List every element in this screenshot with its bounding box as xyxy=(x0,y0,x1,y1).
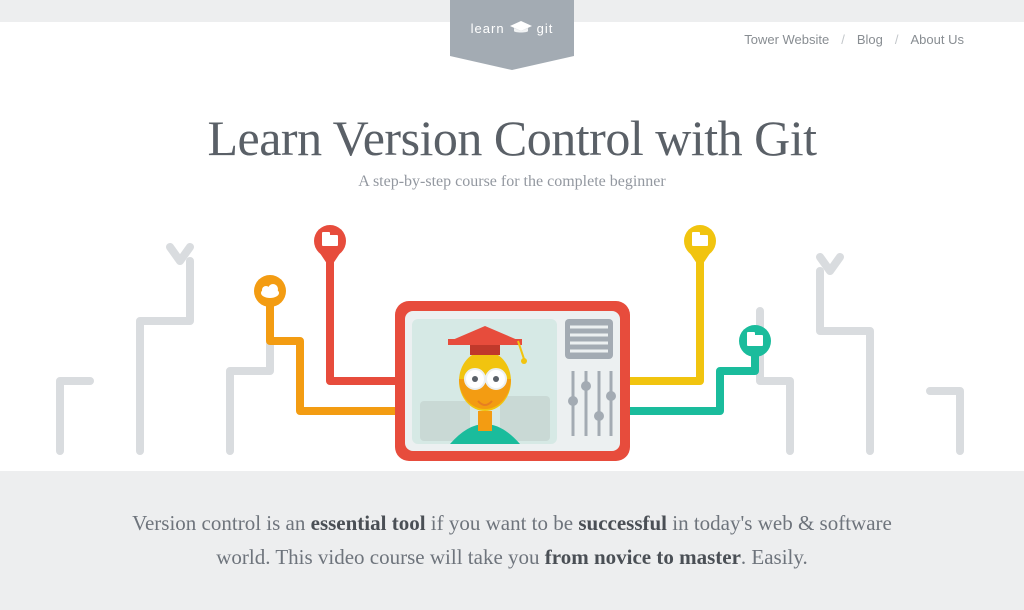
nav-separator: / xyxy=(841,32,845,47)
brand-word-right: git xyxy=(537,21,554,36)
folder-icon xyxy=(739,325,771,357)
nav-separator: / xyxy=(895,32,899,47)
intro-text: Version control is an essential tool if … xyxy=(120,507,904,574)
cloud-icon xyxy=(254,275,286,307)
nav-link-about[interactable]: About Us xyxy=(911,32,964,47)
nav-link-blog[interactable]: Blog xyxy=(857,32,883,47)
page-title: Learn Version Control with Git xyxy=(0,109,1024,167)
brand-ribbon[interactable]: learn git xyxy=(450,0,574,56)
page-subtitle: A step-by-step course for the complete b… xyxy=(0,173,1024,191)
hero: Learn Version Control with Git A step-by… xyxy=(0,47,1024,471)
folder-icon xyxy=(314,225,346,257)
nav-link-tower[interactable]: Tower Website xyxy=(744,32,829,47)
intro-section: Version control is an essential tool if … xyxy=(0,471,1024,610)
folder-icon xyxy=(684,225,716,257)
hero-illustration xyxy=(0,201,1024,471)
brand-word-left: learn xyxy=(471,21,505,36)
graduation-cap-icon xyxy=(510,21,532,35)
